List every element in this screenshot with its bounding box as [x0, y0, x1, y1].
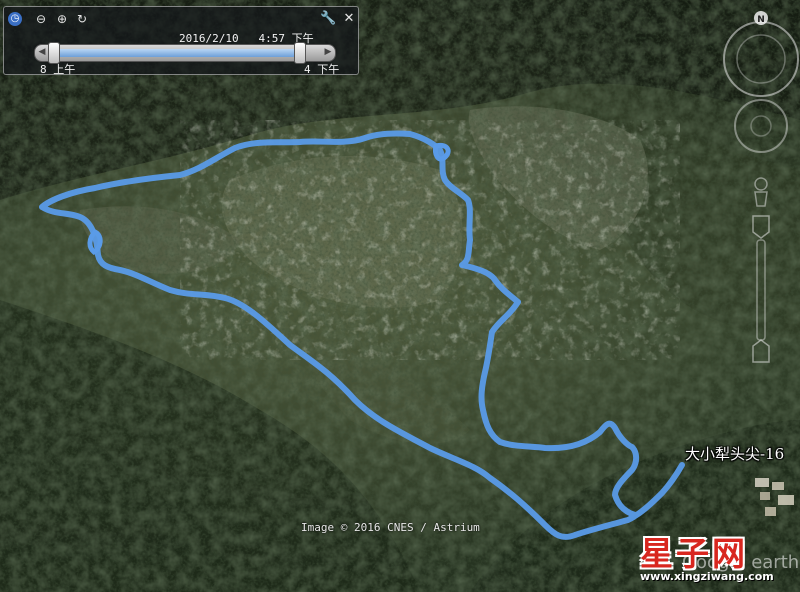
- north-label: N: [757, 15, 765, 25]
- time-slider-panel: ◷ ⊖ ⊕ ↻ 🔧 ✕ 2016/2/10 4:57 下午 ◀ ▶ 8 上午 4…: [3, 6, 359, 76]
- time-range-fill: [53, 49, 299, 57]
- navigation-controls: N: [723, 11, 799, 363]
- time-slider-track[interactable]: ◀ ▶: [34, 42, 336, 64]
- zoom-slider[interactable]: [752, 215, 770, 363]
- range-start-label: 8 上午: [40, 63, 76, 76]
- zoom-track[interactable]: [756, 239, 766, 341]
- move-joystick[interactable]: [734, 99, 788, 153]
- map-viewport[interactable]: ◷ ⊖ ⊕ ↻ 🔧 ✕ 2016/2/10 4:57 下午 ◀ ▶ 8 上午 4…: [0, 0, 800, 592]
- slider-left-arrow-icon[interactable]: ◀: [37, 46, 47, 58]
- zoom-in-time-icon[interactable]: ⊕: [55, 12, 69, 26]
- imagery-credit: Image © 2016 CNES / Astrium: [301, 521, 480, 534]
- close-icon[interactable]: ✕: [342, 12, 356, 26]
- brand-url: www.xingziwang.com: [640, 570, 774, 583]
- wrench-icon[interactable]: 🔧: [320, 12, 336, 26]
- slider-right-arrow-icon[interactable]: ▶: [323, 46, 333, 58]
- zoom-out-time-icon[interactable]: ⊖: [34, 12, 48, 26]
- history-icon[interactable]: ↻: [75, 12, 89, 26]
- clock-icon[interactable]: ◷: [8, 12, 22, 26]
- look-joystick[interactable]: N: [723, 11, 799, 97]
- range-end-label: 4 下午: [304, 63, 340, 76]
- satellite-imagery[interactable]: [0, 0, 800, 592]
- brand-logo-text: 星子网: [640, 534, 748, 573]
- zoom-out-icon[interactable]: [752, 339, 770, 363]
- placemark-label[interactable]: 大小犁头尖-16: [685, 443, 784, 464]
- street-view-pegman-icon[interactable]: [754, 177, 768, 207]
- zoom-in-icon[interactable]: [752, 215, 770, 239]
